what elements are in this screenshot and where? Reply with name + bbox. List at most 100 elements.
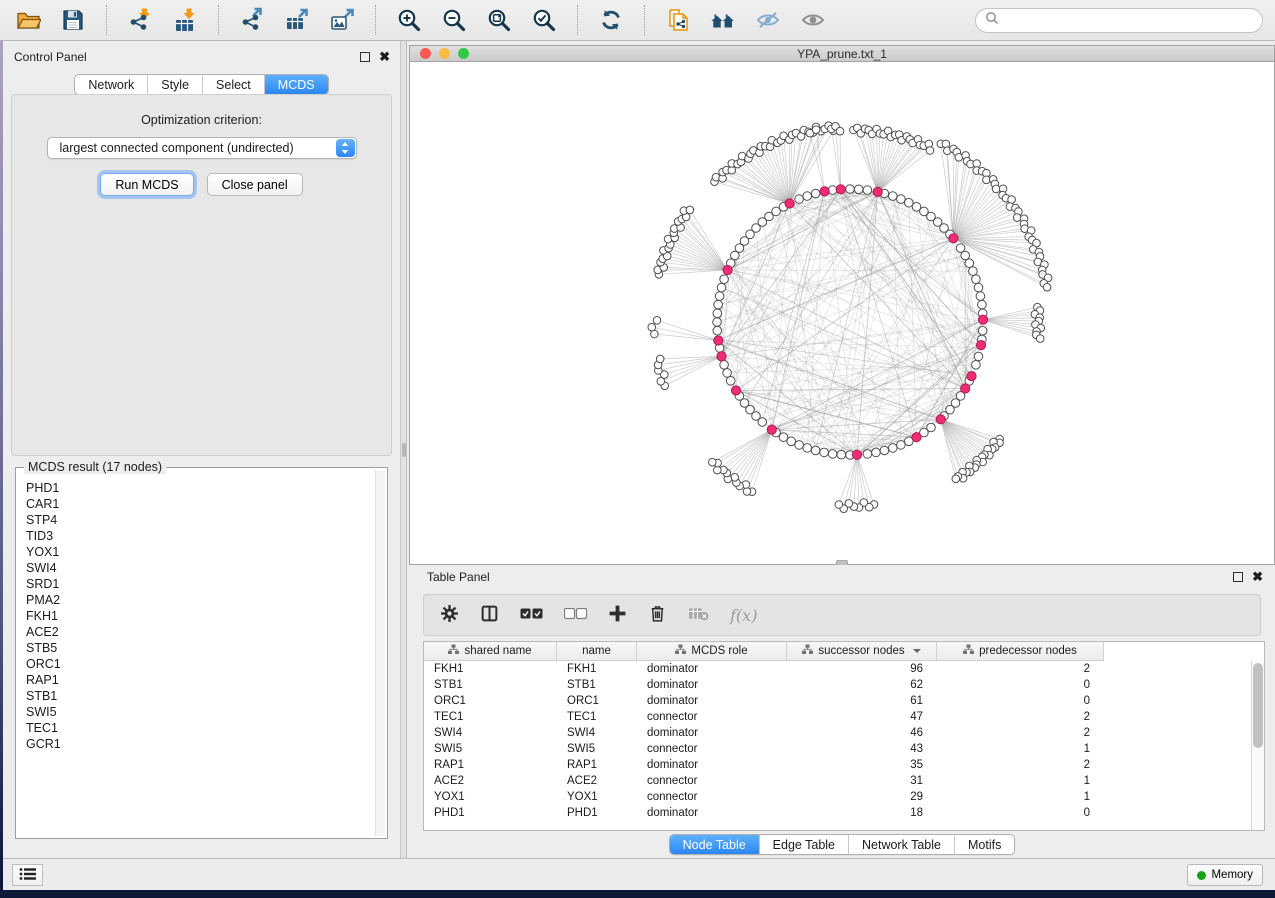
export-network-icon <box>239 7 265 33</box>
mcds-result-item[interactable]: SRD1 <box>26 576 374 592</box>
table-scrollbar[interactable] <box>1251 661 1264 830</box>
float-panel-icon[interactable] <box>360 52 370 62</box>
network-canvas[interactable] <box>409 62 1275 565</box>
duplicate-network-button[interactable] <box>662 4 694 36</box>
first-neighbors-button[interactable] <box>707 4 739 36</box>
mcds-result-item[interactable]: GCR1 <box>26 736 374 752</box>
mcds-result-item[interactable]: CAR1 <box>26 496 374 512</box>
cell-mcds_role: connector <box>637 741 787 757</box>
import-table-icon <box>172 7 198 33</box>
column-type-icon <box>675 644 686 658</box>
search-input[interactable] <box>1004 13 1253 27</box>
cell-mcds_role: connector <box>637 773 787 789</box>
search-box[interactable] <box>975 8 1263 33</box>
sort-menu-icon[interactable] <box>913 649 921 653</box>
tab-network[interactable]: Network <box>75 75 147 94</box>
cell-shared_name: ORC1 <box>424 693 557 709</box>
refresh-button[interactable] <box>595 4 627 36</box>
mcds-result-item[interactable]: YOX1 <box>26 544 374 560</box>
tab-select[interactable]: Select <box>202 75 264 94</box>
hide-selected-button[interactable] <box>752 4 784 36</box>
float-table-panel-icon[interactable] <box>1233 572 1243 582</box>
deselect-all-button[interactable] <box>564 608 587 623</box>
mcds-result-item[interactable]: STP4 <box>26 512 374 528</box>
zoom-selected-button[interactable] <box>528 4 560 36</box>
close-table-panel-icon[interactable]: ✖ <box>1252 572 1263 582</box>
import-network-icon <box>127 7 153 33</box>
table-row[interactable]: SWI5SWI5connector431 <box>424 741 1251 757</box>
mcds-tab-pane: Optimization criterion: largest connecte… <box>11 94 392 456</box>
table-row[interactable]: SWI4SWI4dominator462 <box>424 725 1251 741</box>
mcds-result-item[interactable]: TID3 <box>26 528 374 544</box>
table-row[interactable]: STB1STB1dominator620 <box>424 677 1251 693</box>
table-panel-title: Table Panel <box>427 570 490 584</box>
mcds-result-item[interactable]: STB1 <box>26 688 374 704</box>
table-row[interactable]: ACE2ACE2connector311 <box>424 773 1251 789</box>
export-image-button[interactable] <box>326 4 358 36</box>
open-button[interactable] <box>12 4 44 36</box>
task-history-button[interactable] <box>12 864 43 886</box>
show-all-button[interactable] <box>797 4 829 36</box>
table-toolbar: f(x) <box>423 594 1261 636</box>
panel-divider[interactable] <box>400 41 407 858</box>
close-panel-icon[interactable]: ✖ <box>379 52 390 62</box>
column-header-predecessor-nodes[interactable]: predecessor nodes <box>937 642 1104 661</box>
import-network-button[interactable] <box>124 4 156 36</box>
zoom-in-button[interactable] <box>393 4 425 36</box>
settings-button[interactable] <box>440 604 459 626</box>
mcds-result-item[interactable]: PMA2 <box>26 592 374 608</box>
table-row[interactable]: ORC1ORC1dominator610 <box>424 693 1251 709</box>
mcds-result-item[interactable]: ORC1 <box>26 656 374 672</box>
tab-edge-table[interactable]: Edge Table <box>759 835 848 854</box>
toolbar-separator <box>375 5 376 35</box>
table-row[interactable]: TEC1TEC1connector472 <box>424 709 1251 725</box>
table-row[interactable]: FKH1FKH1dominator962 <box>424 661 1251 677</box>
mcds-result-item[interactable]: FKH1 <box>26 608 374 624</box>
export-network-button[interactable] <box>236 4 268 36</box>
cell-shared_name: TEC1 <box>424 709 557 725</box>
mcds-result-item[interactable]: STB5 <box>26 640 374 656</box>
memory-button[interactable]: Memory <box>1187 864 1263 886</box>
table-row[interactable]: PHD1PHD1dominator180 <box>424 805 1251 821</box>
optimization-criterion-label: Optimization criterion: <box>12 113 391 127</box>
mcds-result-list[interactable]: PHD1CAR1STP4TID3YOX1SWI4SRD1PMA2FKH1ACE2… <box>18 470 374 836</box>
delete-row-button[interactable] <box>648 604 667 626</box>
tab-node-table[interactable]: Node Table <box>670 835 759 854</box>
tab-motifs[interactable]: Motifs <box>954 835 1014 854</box>
mcds-result-item[interactable]: SWI5 <box>26 704 374 720</box>
add-row-button[interactable] <box>608 604 627 626</box>
zoom-fit-button[interactable] <box>483 4 515 36</box>
tab-style[interactable]: Style <box>147 75 202 94</box>
cell-predecessor_nodes: 0 <box>937 677 1104 693</box>
mcds-result-item[interactable]: TEC1 <box>26 720 374 736</box>
mcds-result-item[interactable]: SWI4 <box>26 560 374 576</box>
mcds-result-item[interactable]: PHD1 <box>26 480 374 496</box>
column-header-MCDS-role[interactable]: MCDS role <box>637 642 787 661</box>
optimization-criterion-select[interactable]: largest connected component (undirected) <box>47 137 357 159</box>
tab-mcds[interactable]: MCDS <box>264 75 328 94</box>
mcds-result-item[interactable]: RAP1 <box>26 672 374 688</box>
column-header-successor-nodes[interactable]: successor nodes <box>787 642 937 661</box>
toolbar-separator <box>644 5 645 35</box>
save-button[interactable] <box>57 4 89 36</box>
network-graph[interactable] <box>410 62 1274 563</box>
table-row[interactable]: RAP1RAP1dominator352 <box>424 757 1251 773</box>
run-mcds-button[interactable]: Run MCDS <box>100 173 193 196</box>
column-layout-button[interactable] <box>480 604 499 626</box>
divider-handle-icon[interactable] <box>402 443 406 457</box>
scrollbar-thumb[interactable] <box>1253 663 1263 748</box>
column-header-name[interactable]: name <box>557 642 637 661</box>
column-header-shared-name[interactable]: shared name <box>424 642 557 661</box>
export-table-button[interactable] <box>281 4 313 36</box>
table-row[interactable]: YOX1YOX1connector291 <box>424 789 1251 805</box>
mcds-list-scrollbar[interactable] <box>375 470 385 836</box>
close-panel-button[interactable]: Close panel <box>207 173 303 196</box>
mcds-result-item[interactable]: ACE2 <box>26 624 374 640</box>
select-all-button[interactable] <box>520 608 543 623</box>
tab-network-table[interactable]: Network Table <box>848 835 954 854</box>
network-window-titlebar[interactable]: YPA_prune.txt_1 <box>409 45 1275 62</box>
cell-successor_nodes: 96 <box>787 661 937 677</box>
column-type-icon <box>963 644 974 658</box>
zoom-out-button[interactable] <box>438 4 470 36</box>
import-table-button[interactable] <box>169 4 201 36</box>
